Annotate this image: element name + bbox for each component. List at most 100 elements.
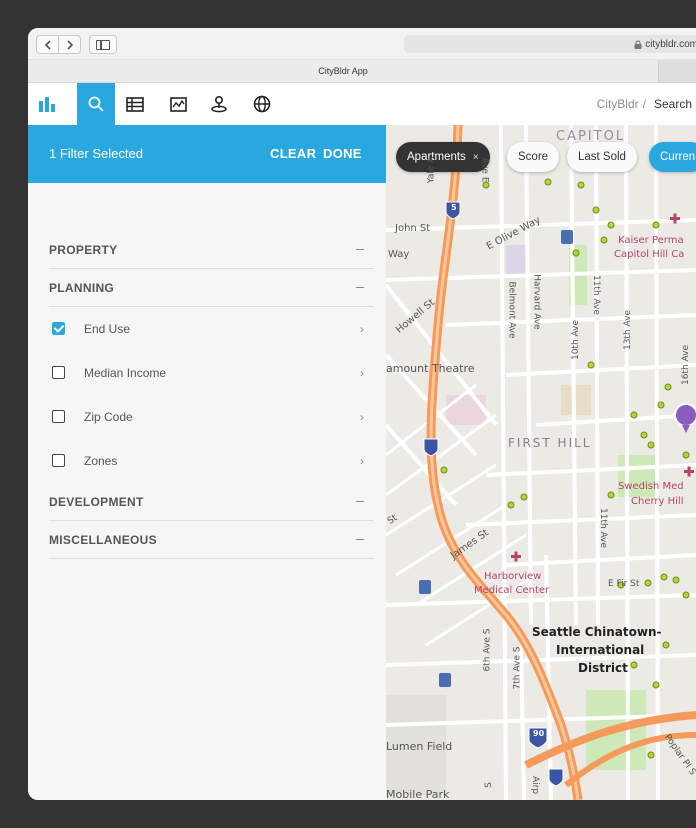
map-base [386,125,696,800]
map-label-john-st: John St [395,223,431,234]
map-label-11th-south: 11th Ave [598,507,609,549]
breadcrumb-page: Search [653,97,692,111]
tab-title: CityBldr App [318,66,368,76]
map-label-chinatown-3: District [578,661,628,675]
address-bar[interactable]: citybldr.com [404,35,696,53]
filter-count: 1 Filter Selected [49,146,143,161]
map-label-yale: Yale A [426,156,437,184]
filter-item-median-income[interactable]: Median Income › [49,352,374,396]
map-label-harborview: Harborview [484,571,542,582]
chip-last-sold[interactable]: Last Sold [567,142,637,172]
table-tool-button[interactable] [116,83,154,125]
chevron-right-icon [66,39,73,50]
filter-item-label: Zip Code [84,410,133,424]
breadcrumb-app[interactable]: CityBldr [597,97,639,111]
checkbox[interactable] [52,454,65,467]
logo-bars-icon [39,97,55,112]
map-label-6th: 6th Ave S [482,628,493,672]
map-label-mobile-park-2: Mobile Park [386,788,450,800]
map-view[interactable]: Apartments × Score Last Sold Curren CAPIT… [386,125,696,800]
section-label: PROPERTY [49,243,118,257]
chip-current[interactable]: Curren [649,142,696,172]
map-label-capitol: CAPITOL [556,129,626,144]
sidebar-toggle-button[interactable] [89,35,117,54]
filter-item-label: Median Income [84,366,167,380]
map-label-16th: 16th Ave [681,344,692,386]
section-miscellaneous[interactable]: MISCELLANEOUS [49,521,374,559]
map-label-chinatown-1: Seattle Chinatown- [532,625,662,639]
chart-tool-button[interactable] [159,83,197,125]
breadcrumb: CityBldr / Search [597,83,692,125]
map-label-harvard: Harvard Ave [531,274,542,330]
chevron-left-icon [44,39,51,50]
checkbox[interactable] [52,410,65,423]
chevron-right-icon: › [360,366,364,380]
chip-label: Score [518,151,549,163]
map-label-ave-e: Ave E [479,157,490,183]
map-label-cherry-hill: Cherry Hill [631,496,684,507]
map-label-i5: 5 [451,203,457,212]
search-icon [88,96,104,112]
globe-tool-button[interactable] [243,83,281,125]
forward-button[interactable] [59,36,80,53]
map-label-10th: 10th Ave [571,319,582,361]
chevron-right-icon: › [360,410,364,424]
map-label-s: S [483,782,494,788]
map-pin-user-icon [211,95,227,113]
map-label-medical: Medical Center [474,585,550,596]
map-label-i90: 90 [533,729,545,738]
collapse-icon [356,249,364,250]
sidebar-icon [96,39,110,50]
chip-label: Last Sold [578,151,626,163]
app-toolbar: CityBldr / Search [28,83,696,126]
nav-buttons [36,35,81,54]
collapse-icon [356,539,364,540]
remove-chip-icon[interactable]: × [473,152,479,163]
checkbox[interactable] [52,366,65,379]
tab-citybldr[interactable]: CityBldr App [28,60,658,82]
section-label: PLANNING [49,281,115,295]
map-label-belmont: Belmont Ave [506,281,517,339]
map-label-11th: 11th Ave [591,274,602,316]
people-tool-button[interactable] [200,83,238,125]
chip-label: Curren [660,151,696,163]
breadcrumb-separator: / [642,97,646,111]
chevron-right-icon: › [360,454,364,468]
map-label-theatre: amount Theatre [386,362,475,375]
lock-icon [634,39,642,49]
filter-item-label: End Use [84,322,131,336]
section-development[interactable]: DEVELOPMENT [49,483,374,521]
filter-item-end-use[interactable]: End Use › [49,308,374,352]
map-label-capitol-hill: Capitol Hill Ca [614,249,685,260]
globe-icon [253,95,271,113]
tablet-screen: citybldr.com CityBldr App CityBldr / Searc… [28,28,696,800]
table-icon [126,96,144,112]
collapse-icon [356,287,364,288]
logo-button[interactable] [28,83,66,125]
search-tool-button[interactable] [77,83,115,125]
section-label: MISCELLANEOUS [49,533,157,547]
browser-toolbar: citybldr.com [28,28,696,60]
map-label-airport: Airp [530,775,541,795]
map-label-e-fir: E Fir St [608,579,640,589]
section-label: DEVELOPMENT [49,495,144,509]
done-button[interactable]: DONE [323,146,362,161]
section-property[interactable]: PROPERTY [49,231,374,269]
map-label-chinatown-2: International [556,643,645,657]
back-button[interactable] [37,36,59,53]
filter-item-zones[interactable]: Zones › [49,440,374,484]
map-label-kaiser: Kaiser Perma [618,235,684,246]
chevron-right-icon: › [360,322,364,336]
map-label-13th: 13th Ave [623,309,634,351]
checkbox-checked[interactable] [52,322,65,335]
filter-panel-header: 1 Filter Selected CLEAR DONE [28,125,386,183]
chip-apartments[interactable]: Apartments × [396,142,490,172]
chart-icon [169,96,187,112]
map-label-way: Way [388,249,410,260]
filter-item-zip-code[interactable]: Zip Code › [49,396,374,440]
section-planning[interactable]: PLANNING [49,269,374,307]
collapse-icon [356,501,364,502]
chip-score[interactable]: Score [507,142,560,172]
tab-other[interactable] [658,60,696,82]
clear-button[interactable]: CLEAR [270,146,316,161]
